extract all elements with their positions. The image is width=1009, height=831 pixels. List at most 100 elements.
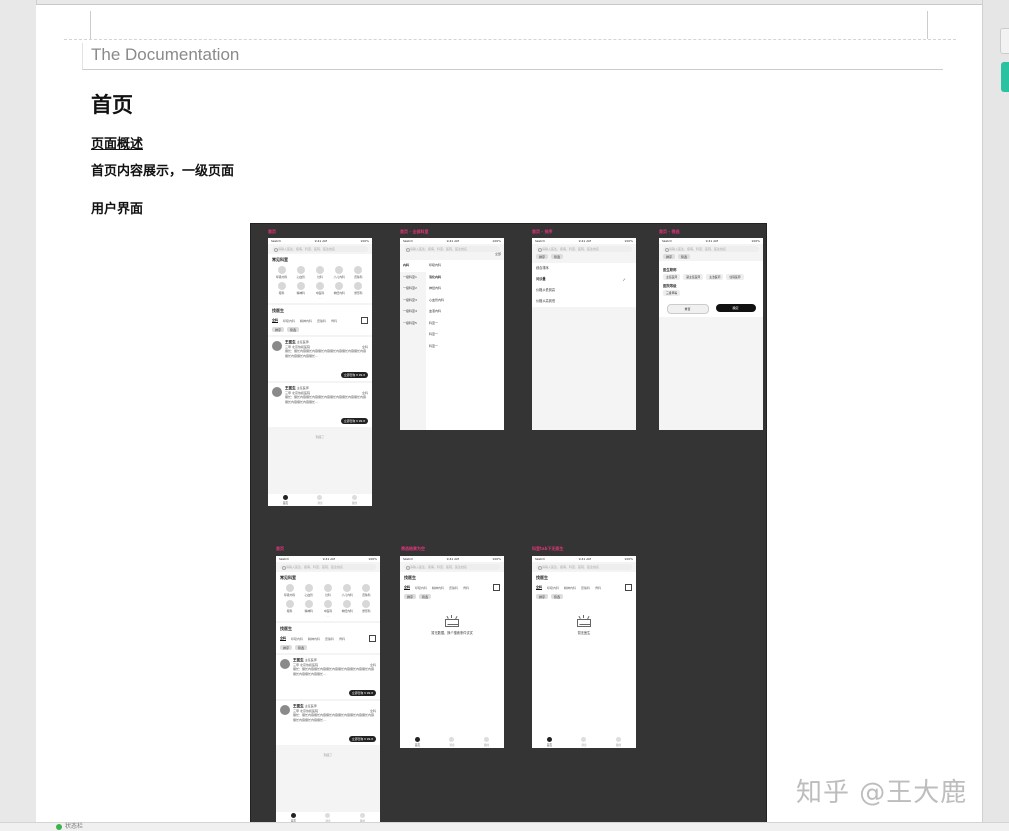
empty-box-icon — [577, 615, 591, 627]
side-tab-button[interactable] — [1000, 28, 1009, 54]
dept-item[interactable]: 眼科 — [280, 600, 299, 613]
doc-title: The Documentation — [82, 43, 943, 70]
tabbar-msg[interactable]: 消息 — [317, 495, 323, 505]
filter-chip[interactable]: 副主任医师 — [683, 274, 704, 280]
page-heading: 首页 — [91, 92, 133, 117]
tab[interactable]: 皮肤科 — [317, 319, 326, 323]
filter-chip[interactable]: 住院医师 — [726, 274, 744, 280]
filter-chip[interactable]: 三级甲等 — [663, 290, 681, 296]
confirm-button[interactable]: 确定 — [715, 304, 756, 312]
filter-chip[interactable]: 主治医师 — [706, 274, 724, 280]
wire-label: 首页 - 全部科室 — [400, 229, 429, 234]
dept-item[interactable]: 中医科 — [318, 600, 337, 613]
tabbar-home[interactable]: 首页 — [283, 495, 288, 505]
search-input[interactable]: 请输入医生、疾病、科室、医院、医生姓名 — [280, 564, 376, 570]
tab[interactable]: 精神内科 — [308, 637, 320, 641]
grid-icon[interactable] — [361, 317, 368, 324]
tab[interactable]: 呼吸内科 — [283, 319, 295, 323]
filter-chip[interactable]: 主任医师 — [663, 274, 681, 280]
dept-right-item[interactable]: 科室一 — [426, 341, 504, 353]
dept-left-item[interactable]: 一级科室3 — [400, 295, 426, 307]
consult-button[interactable]: 立即咨询 ¥ 99.8 — [349, 736, 376, 742]
dept-right-item[interactable]: 血液内科 — [426, 306, 504, 318]
tab[interactable]: 骨科 — [339, 637, 345, 641]
tabbar-me[interactable]: 我的 — [352, 495, 357, 505]
common-depts-card: 常见科室 呼吸内科 心血管 妇科 小儿内科 皮肤科 眼科 精神科 中医科 神经内… — [268, 254, 372, 303]
dept-item[interactable]: 精神科 — [291, 282, 310, 295]
dept-item[interactable]: 眼科 — [272, 282, 291, 295]
dept-item[interactable]: 神经内科 — [330, 282, 349, 295]
search-input[interactable]: 请输入医生、疾病、科室、医院、医生姓名 — [536, 564, 632, 570]
side-feedback-button[interactable] — [1001, 62, 1009, 92]
consult-button[interactable]: 立即咨询 ¥ 99.8 — [349, 690, 376, 696]
dept-item[interactable]: 小儿内科 — [338, 584, 357, 597]
search-input[interactable]: 请输入医生、疾病、科室、医院、医生姓名 — [272, 246, 368, 252]
dept-item[interactable]: 精神科 — [299, 600, 318, 613]
left-gutter — [0, 0, 37, 822]
dept-left-item[interactable]: 内科 — [400, 260, 426, 272]
phone-home: Sketch 9:41 AM 100% 请输入医生、疾病、科室、医院、医生姓名 常见… — [268, 238, 372, 506]
dept-item[interactable]: 皮肤科 — [357, 584, 376, 597]
dept-right-item[interactable]: 神经内科 — [426, 283, 504, 295]
doctor-card[interactable]: 王医生 主任医师 三甲 北京协和医院 全科 擅长：擅长内容擅长内容擅长内容擅长内容擅长… — [276, 701, 380, 745]
consult-button[interactable]: 立即咨询 ¥ 99.8 — [341, 372, 368, 378]
tab[interactable]: 全科 — [272, 318, 279, 323]
dept-right-item[interactable]: 呼吸内科 — [426, 260, 504, 272]
dept-left-item[interactable]: 一级科室1 — [400, 272, 426, 284]
dept-right-item[interactable]: 科室一 — [426, 329, 504, 341]
filter-pill[interactable]: 筛选 — [287, 327, 300, 332]
search-input[interactable]: 请输入医生、疾病、科室、医院、医生姓名 — [404, 246, 500, 252]
grid-icon[interactable] — [369, 635, 376, 642]
tab[interactable]: 呼吸内科 — [291, 637, 303, 641]
dept-item[interactable]: 呼吸内科 — [272, 266, 291, 279]
tab[interactable]: 精神内科 — [300, 319, 312, 323]
doctor-card[interactable]: 王医生 主任医师 三甲 北京协和医院 全科 擅长：擅长内容擅长内容擅长内容擅长内容擅长… — [268, 383, 372, 427]
search-input[interactable]: 请输入医生、疾病、科室、医院、医生姓名 — [663, 246, 759, 252]
dept-left-item[interactable]: 一级科室2 — [400, 283, 426, 295]
online-dot-icon — [56, 823, 62, 830]
wireframe-figure: 首页 首页 - 全部科室 首页 - 排序 首页 - 筛选 首页 筛选结果为空 科… — [250, 223, 767, 825]
grid-icon[interactable] — [493, 584, 500, 591]
sort-option-selected[interactable]: 问诊量 ✓ — [532, 274, 636, 285]
sort-option[interactable]: 价格从高到低 — [532, 296, 636, 307]
search-input[interactable]: 请输入医生、疾病、科室、医院、医生姓名 — [536, 246, 632, 252]
dept-item[interactable]: 整形科 — [357, 600, 376, 613]
dept-left-item[interactable]: 一级科室4 — [400, 306, 426, 318]
dept-left-item[interactable]: 一级科室5 — [400, 318, 426, 330]
dept-item[interactable]: 呼吸内科 — [280, 584, 299, 597]
avatar — [272, 387, 282, 397]
sort-option[interactable]: 价格从低到高 — [532, 285, 636, 296]
dept-right-item[interactable]: 消化内科 — [426, 272, 504, 284]
search-input[interactable]: 请输入医生、疾病、科室、医院、医生姓名 — [404, 564, 500, 570]
sort-option[interactable]: 综合排序 — [532, 263, 636, 274]
dept-item[interactable]: 皮肤科 — [349, 266, 368, 279]
grid-icon[interactable] — [625, 584, 632, 591]
tab[interactable]: 皮肤科 — [325, 637, 334, 641]
dept-item[interactable]: 心血管 — [299, 584, 318, 597]
all-link[interactable]: 全部 — [495, 252, 501, 256]
avatar — [272, 341, 282, 351]
dept-item[interactable]: 小儿内科 — [330, 266, 349, 279]
filter-panel: 医生职称 主任医师 副主任医师 主治医师 住院医师 医院等级 三级甲等 重置 确… — [659, 261, 763, 317]
consult-button[interactable]: 立即咨询 ¥ 99.8 — [341, 418, 368, 424]
dept-right-item[interactable]: 心血管内科 — [426, 295, 504, 307]
wire-label: 首页 — [268, 229, 276, 234]
tab[interactable]: 全科 — [280, 636, 287, 641]
dept-item[interactable]: 心血管 — [291, 266, 310, 279]
wire-label: 科室tab下无医生 — [532, 546, 564, 551]
dept-item[interactable]: 妇科 — [310, 266, 329, 279]
right-gutter — [982, 0, 1009, 822]
tabbar: 首页 消息 我的 — [268, 494, 372, 506]
dept-item[interactable]: 中医科 — [310, 282, 329, 295]
dept-right-item[interactable]: 科室一 — [426, 318, 504, 330]
reset-button[interactable]: 重置 — [666, 304, 709, 314]
doctor-card[interactable]: 王医生 主任医师 三甲 北京协和医院 全科 擅长：擅长内容擅长内容擅长内容擅长内容擅长… — [268, 337, 372, 381]
phone-no-doctor: Sketch 9:41 AM 100% 请输入医生、疾病、科室、医院、医生姓名 找医… — [532, 556, 636, 748]
tab[interactable]: 骨科 — [331, 319, 337, 323]
dept-item[interactable]: 妇科 — [318, 584, 337, 597]
phone-home-2: Sketch 9:41 AM 100% 请输入医生、疾病、科室、医院、医生姓名 常见… — [276, 556, 380, 824]
dept-item[interactable]: 神经内科 — [338, 600, 357, 613]
dept-item[interactable]: 整形科 — [349, 282, 368, 295]
doctor-card[interactable]: 王医生 主任医师 三甲 北京协和医院 全科 擅长：擅长内容擅长内容擅长内容擅长内容擅长… — [276, 655, 380, 699]
sort-pill[interactable]: 排序 — [272, 327, 285, 332]
